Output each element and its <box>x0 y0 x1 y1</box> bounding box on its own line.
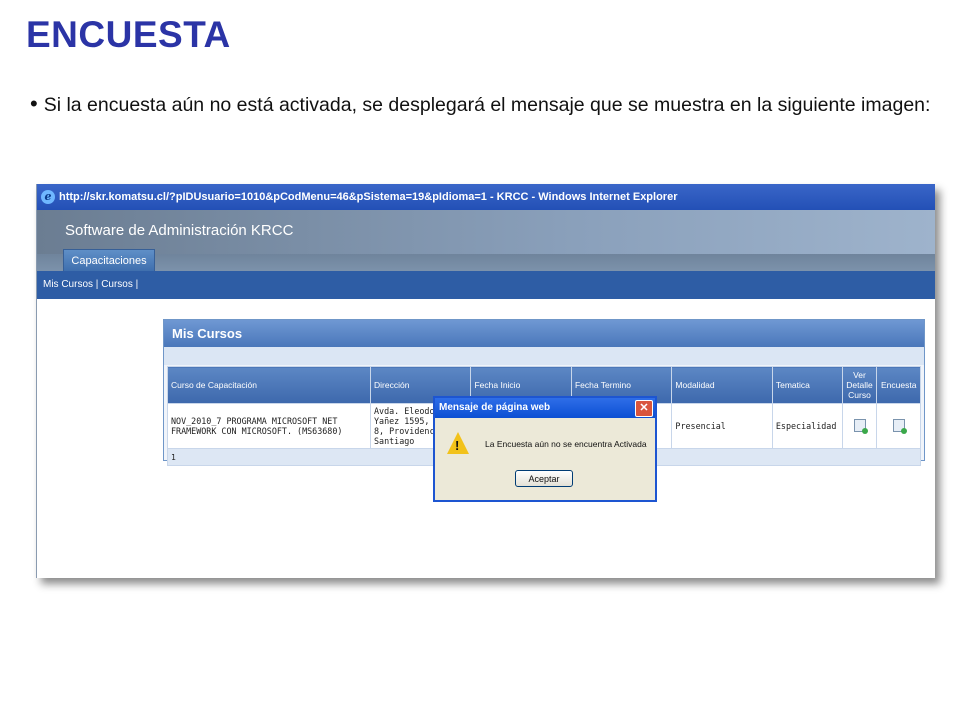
submenu-cursos[interactable]: Cursos <box>101 279 133 290</box>
submenu: Mis Cursos | Cursos | <box>37 271 935 299</box>
cell-ver-detalle <box>841 403 878 449</box>
cell-modalidad: Presencial <box>671 403 773 449</box>
dialog-message: La Encuesta aún no se encuentra Activada <box>485 439 647 449</box>
cell-tematica: Especialidad <box>771 403 843 449</box>
panel-title: Mis Cursos <box>164 320 924 347</box>
dialog-titlebar: Mensaje de página web ✕ <box>435 398 655 418</box>
tabs-row: Capacitaciones <box>37 249 935 271</box>
submenu-separator: | <box>135 279 139 290</box>
tab-capacitaciones[interactable]: Capacitaciones <box>63 249 155 271</box>
screenshot-browser-window: e http://skr.komatsu.cl/?pIDUsuario=1010… <box>36 184 935 578</box>
column-header[interactable]: Ver Detalle Curso <box>841 366 878 404</box>
browser-title: http://skr.komatsu.cl/?pIDUsuario=1010&p… <box>59 191 678 203</box>
submenu-mis-cursos[interactable]: Mis Cursos <box>43 279 93 290</box>
slide-body-text: • Si la encuesta aún no está activada, se… <box>30 88 946 121</box>
submenu-separator: | <box>95 279 99 290</box>
slide-title: ENCUESTA <box>26 14 231 55</box>
main-content: Mis Cursos Curso de Capacitación Direcci… <box>37 299 935 552</box>
column-header[interactable]: Modalidad <box>671 366 773 404</box>
alert-dialog: Mensaje de página web ✕ ! La Encuesta aú… <box>433 396 657 502</box>
document-go-icon[interactable] <box>892 418 907 434</box>
slide-paragraph: Si la encuesta aún no está activada, se … <box>43 94 931 116</box>
document-go-icon[interactable] <box>853 418 868 434</box>
dialog-title: Mensaje de página web <box>439 402 551 413</box>
column-header[interactable]: Encuesta <box>876 366 921 404</box>
bullet: • <box>30 91 38 116</box>
ie-icon: e <box>41 190 55 204</box>
accept-button[interactable]: Aceptar <box>515 470 573 487</box>
warning-mark: ! <box>455 438 460 453</box>
app-header: Software de Administración KRCC <box>37 210 935 254</box>
app-title: Software de Administración KRCC <box>65 222 294 239</box>
close-icon[interactable]: ✕ <box>635 400 653 417</box>
column-header[interactable]: Curso de Capacitación <box>167 366 371 404</box>
cell-encuesta <box>876 403 921 449</box>
browser-titlebar: e http://skr.komatsu.cl/?pIDUsuario=1010… <box>37 184 935 210</box>
cell-curso: NOV_2010_7 PROGRAMA MICROSOFT NET FRAMEW… <box>167 403 371 449</box>
panel-strip <box>164 347 924 365</box>
column-header[interactable]: Tematica <box>771 366 843 404</box>
